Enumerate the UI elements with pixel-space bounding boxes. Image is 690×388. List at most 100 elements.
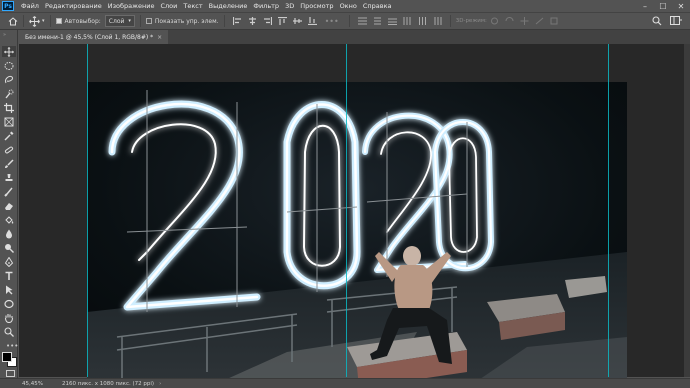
- move-icon: [4, 46, 14, 57]
- color-swatches[interactable]: [2, 352, 17, 367]
- maximize-button[interactable]: ☐: [654, 0, 672, 12]
- spot-healing-tool[interactable]: [2, 144, 16, 155]
- more-options-icon[interactable]: •••: [325, 17, 339, 26]
- orbit-3d-icon[interactable]: [490, 17, 499, 25]
- paint-bucket-icon: [5, 215, 14, 224]
- align-left-icon[interactable]: [232, 17, 242, 25]
- move-tool[interactable]: [2, 46, 16, 57]
- search-button[interactable]: [652, 16, 662, 28]
- canvas-area[interactable]: [19, 44, 690, 388]
- menu-edit[interactable]: Редактирование: [42, 0, 105, 12]
- pen-tool[interactable]: [2, 256, 16, 267]
- guide-line[interactable]: [87, 44, 88, 377]
- close-button[interactable]: ✕: [672, 0, 690, 12]
- chevron-right-icon[interactable]: ›: [159, 381, 161, 387]
- workspace-button[interactable]: [670, 16, 682, 28]
- guide-line[interactable]: [346, 44, 347, 377]
- document-canvas[interactable]: [87, 82, 627, 388]
- menu-file[interactable]: Файл: [18, 0, 42, 12]
- frame-icon: [4, 117, 14, 126]
- menu-view[interactable]: Просмотр: [297, 0, 336, 12]
- marquee-icon: [4, 61, 14, 70]
- type-tool[interactable]: [2, 270, 16, 281]
- show-transform-checkbox[interactable]: Показать упр. элем.: [145, 17, 219, 25]
- home-button[interactable]: [8, 16, 18, 26]
- eyedropper-tool[interactable]: [2, 130, 16, 141]
- eraser-tool[interactable]: [2, 200, 16, 211]
- hand-tool[interactable]: [2, 312, 16, 323]
- slide-3d-icon[interactable]: [535, 17, 544, 25]
- separator: [23, 15, 24, 27]
- rectangle-tool[interactable]: [2, 298, 16, 309]
- guide-line[interactable]: [608, 44, 609, 377]
- pan-3d-icon[interactable]: [520, 17, 529, 25]
- document-tab-title: Без имени-1 @ 45,5% (Слой 1, RGB/8#) *: [25, 33, 154, 41]
- separator: [49, 15, 51, 27]
- menu-help[interactable]: Справка: [360, 0, 395, 12]
- document-info-text: 2160 пикс. x 1080 пикс. (72 ppi): [62, 380, 155, 387]
- document-info[interactable]: 2160 пикс. x 1080 пикс. (72 ppi) ›: [62, 381, 161, 387]
- blur-tool[interactable]: [2, 228, 16, 239]
- workspace-icon: [670, 16, 682, 25]
- eyedropper-icon: [4, 131, 14, 140]
- align-top-icon[interactable]: [277, 17, 287, 25]
- zoom-tool[interactable]: [2, 326, 16, 337]
- more-tools-icon[interactable]: •••: [6, 342, 18, 350]
- roll-3d-icon[interactable]: [505, 17, 514, 25]
- crop-tool[interactable]: [2, 102, 16, 113]
- history-brush-tool[interactable]: [2, 186, 16, 197]
- stamp-icon: [5, 173, 13, 181]
- separator: [223, 15, 225, 27]
- hand-icon: [4, 313, 14, 323]
- menu-image[interactable]: Изображение: [105, 0, 158, 12]
- lasso-icon: [5, 75, 13, 83]
- frame-tool[interactable]: [2, 116, 16, 127]
- eraser-icon: [5, 202, 13, 210]
- distribute-hcenter-icon[interactable]: [418, 17, 427, 25]
- menu-filter[interactable]: Фильтр: [250, 0, 282, 12]
- marquee-tool[interactable]: [2, 60, 16, 71]
- autoselect-checkbox[interactable]: Автовыбор:: [55, 18, 101, 25]
- collapse-panel-icon[interactable]: »: [3, 32, 6, 38]
- menu-bar: Ps Файл Редактирование Изображение Слои …: [0, 0, 690, 12]
- dodge-tool[interactable]: [2, 242, 16, 253]
- scale-3d-icon[interactable]: [550, 17, 559, 25]
- move-tool-preset[interactable]: ▾: [29, 15, 45, 27]
- gradient-tool[interactable]: [2, 214, 16, 225]
- quick-mask-icon[interactable]: [6, 370, 15, 377]
- align-middle-icon[interactable]: [292, 17, 302, 25]
- photoshop-logo-icon: Ps: [2, 1, 14, 11]
- distribute-vcenter-icon[interactable]: [373, 17, 382, 25]
- menu-type[interactable]: Текст: [180, 0, 205, 12]
- history-brush-icon: [4, 187, 13, 197]
- minimize-button[interactable]: –: [636, 0, 654, 12]
- show-transform-label: Показать упр. элем.: [154, 17, 219, 25]
- tab-close-icon[interactable]: ×: [157, 34, 162, 41]
- brush-tool[interactable]: [2, 158, 16, 169]
- lasso-tool[interactable]: [2, 74, 16, 85]
- menu-select[interactable]: Выделение: [206, 0, 251, 12]
- quick-select-icon: [5, 89, 14, 98]
- distribute-top-icon[interactable]: [357, 17, 367, 25]
- autoselect-target-select[interactable]: Слой ▾: [104, 15, 135, 27]
- align-bottom-icon[interactable]: [307, 17, 317, 25]
- distribute-left-icon[interactable]: [403, 17, 412, 25]
- distribute-bottom-icon[interactable]: [387, 17, 397, 25]
- distribute-right-icon[interactable]: [433, 17, 442, 25]
- menu-layers[interactable]: Слои: [157, 0, 180, 12]
- path-select-tool[interactable]: [2, 284, 16, 295]
- separator: [348, 15, 350, 27]
- separator: [139, 15, 141, 27]
- quick-select-tool[interactable]: [2, 88, 16, 99]
- clone-stamp-tool[interactable]: [2, 172, 16, 183]
- align-center-h-icon[interactable]: [248, 17, 257, 25]
- autoselect-target-value: Слой: [108, 17, 125, 25]
- menu-window[interactable]: Окно: [337, 0, 360, 12]
- menu-3d[interactable]: 3D: [282, 0, 297, 12]
- panel-dock-edge: [684, 44, 690, 377]
- document-tab-bar: Без имени-1 @ 45,5% (Слой 1, RGB/8#) * ×: [19, 30, 690, 44]
- zoom-level[interactable]: 45,45%: [22, 381, 62, 387]
- foreground-color-swatch[interactable]: [2, 352, 12, 362]
- document-tab[interactable]: Без имени-1 @ 45,5% (Слой 1, RGB/8#) * ×: [19, 30, 169, 44]
- align-right-icon[interactable]: [263, 17, 272, 25]
